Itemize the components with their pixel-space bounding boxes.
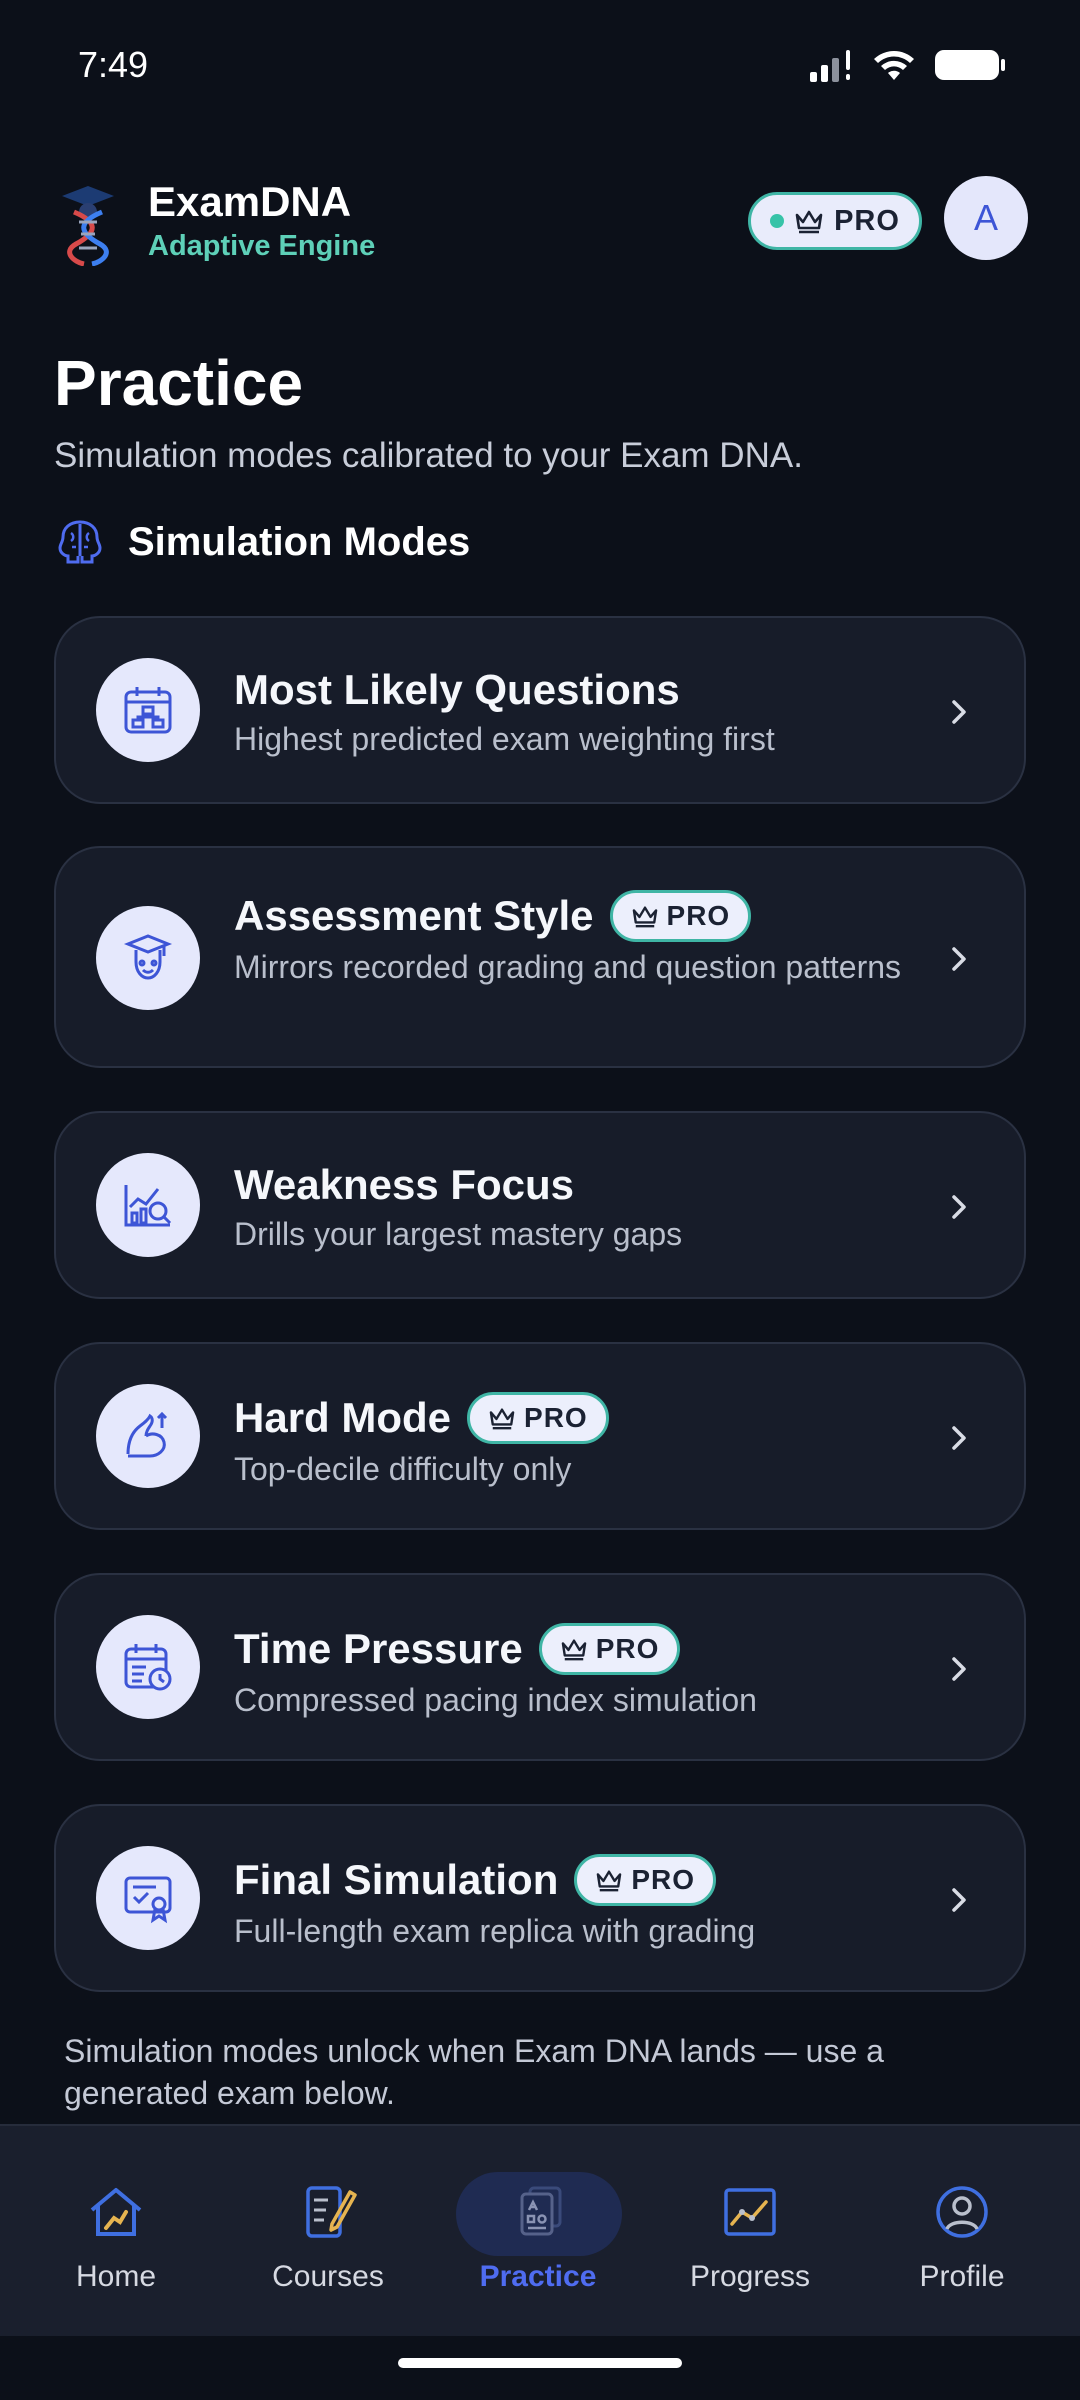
nav-label: Practice <box>479 2260 597 2293</box>
status-bar: 7:49 <box>0 0 1080 140</box>
status-time: 7:49 <box>78 44 149 85</box>
mode-card-hard-mode[interactable]: Hard Mode PRO Top-decile difficulty only <box>54 1342 1026 1530</box>
nav-label: Courses <box>272 2260 384 2293</box>
home-indicator[interactable] <box>398 2358 682 2368</box>
mode-card-most-likely-questions[interactable]: Most Likely Questions Highest predicted … <box>54 616 1026 804</box>
wifi-icon <box>874 51 914 80</box>
mode-description: Full-length exam replica with grading <box>234 1913 756 1949</box>
crown-icon <box>561 1639 587 1661</box>
nav-tab-home[interactable]: Home <box>26 2126 206 2338</box>
section-header: Simulation Modes <box>54 516 470 568</box>
chevron-right-icon <box>952 1426 966 1450</box>
nav-tab-practice[interactable]: Practice <box>448 2126 628 2338</box>
mode-description: Highest predicted exam weighting first <box>234 721 775 757</box>
mode-title: Time Pressure <box>234 1625 523 1672</box>
chevron-right-icon <box>952 700 966 724</box>
calendar-chart-icon <box>96 658 200 762</box>
page-title: Practice <box>54 347 304 419</box>
mode-description: Compressed pacing index simulation <box>234 1682 757 1718</box>
brain-icon <box>58 520 102 564</box>
nav-label: Progress <box>689 2260 811 2293</box>
pro-badge: PRO <box>467 1392 609 1444</box>
progress-chart-icon <box>718 2180 782 2244</box>
status-dot <box>770 214 785 228</box>
chart-magnifier-icon <box>96 1153 200 1257</box>
graduate-icon <box>96 906 200 1010</box>
mode-card-body: Final Simulation PRO Full-length exam re… <box>234 1854 924 1952</box>
mode-title: Most Likely Questions <box>234 666 680 713</box>
nav-label: Home <box>75 2260 157 2293</box>
pro-badge: PRO <box>609 890 752 942</box>
app-tagline: Adaptive Engine <box>148 230 376 262</box>
pro-badge: PRO <box>538 1623 681 1675</box>
app-header: ExamDNA Adaptive Engine PRO A <box>54 172 1028 272</box>
signal-icon <box>810 50 850 82</box>
crown-icon <box>489 1408 515 1430</box>
footer-note: Simulation modes unlock when Exam DNA la… <box>64 2033 884 2111</box>
mode-card-body: Weakness Focus Drills your largest maste… <box>234 1161 924 1255</box>
pro-badge-label: PRO <box>595 1633 660 1664</box>
mode-title: Hard Mode <box>234 1394 452 1441</box>
mode-title: Weakness Focus <box>234 1161 575 1208</box>
mode-card-body: Assessment Style PRO Mirrors recorded gr… <box>234 890 924 988</box>
notebook-pencil-icon <box>296 2180 360 2244</box>
mode-title: Final Simulation <box>234 1856 559 1903</box>
status-icons <box>808 48 1006 82</box>
mode-card-final-simulation[interactable]: Final Simulation PRO Full-length exam re… <box>54 1804 1026 1992</box>
mode-description: Top-decile difficulty only <box>234 1451 572 1487</box>
crown-icon <box>632 906 657 928</box>
pro-badge: PRO <box>574 1854 717 1906</box>
crown-icon <box>597 1870 622 1892</box>
nav-tab-profile[interactable]: Profile <box>872 2126 1052 2338</box>
crown-icon <box>795 210 823 234</box>
mode-card-body: Time Pressure PRO Compressed pacing inde… <box>234 1623 924 1721</box>
page-subtitle: Simulation modes calibrated to your Exam… <box>54 436 803 475</box>
calendar-clock-icon <box>96 1615 200 1719</box>
chevron-right-icon <box>952 1195 966 1219</box>
flexed-arm-icon <box>96 1384 200 1488</box>
profile-icon <box>930 2180 994 2244</box>
pro-badge-label: PRO <box>666 900 731 931</box>
bottom-nav: Home Courses Practice Progress Profile <box>0 2124 1080 2336</box>
nav-tab-courses[interactable]: Courses <box>238 2126 418 2338</box>
mode-description: Drills your largest mastery gaps <box>234 1216 683 1252</box>
pro-badge-label: PRO <box>631 1864 696 1895</box>
certificate-icon <box>96 1846 200 1950</box>
mode-card-weakness-focus[interactable]: Weakness Focus Drills your largest maste… <box>54 1111 1026 1299</box>
nav-label: Profile <box>919 2260 1005 2293</box>
mode-card-body: Hard Mode PRO Top-decile difficulty only <box>234 1392 924 1490</box>
mode-description: Mirrors recorded grading and question pa… <box>234 949 902 985</box>
section-title: Simulation Modes <box>128 519 471 564</box>
avatar[interactable]: A <box>944 176 1028 260</box>
mode-card-time-pressure[interactable]: Time Pressure PRO Compressed pacing inde… <box>54 1573 1026 1761</box>
app-name: ExamDNA <box>148 178 352 225</box>
chevron-right-icon <box>952 947 966 971</box>
mode-card-assessment-style[interactable]: Assessment Style PRO Mirrors recorded gr… <box>54 846 1026 1068</box>
mode-title: Assessment Style <box>234 892 594 939</box>
nav-tab-progress[interactable]: Progress <box>660 2126 840 2338</box>
pro-badge-label: PRO <box>524 1402 588 1433</box>
battery-icon <box>935 50 1005 80</box>
dna-graduate-logo-icon <box>62 186 114 266</box>
mode-card-body: Most Likely Questions Highest predicted … <box>234 666 924 760</box>
pro-status-pill[interactable]: PRO <box>748 192 922 250</box>
chevron-right-icon <box>952 1657 966 1681</box>
chevron-right-icon <box>952 1888 966 1912</box>
home-icon <box>84 2180 148 2244</box>
pro-pill-label: PRO <box>834 204 900 237</box>
practice-cards-icon <box>506 2180 570 2244</box>
